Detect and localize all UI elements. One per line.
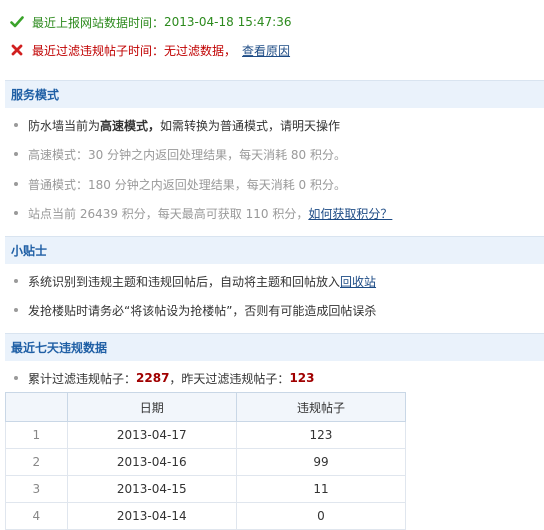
table-row: 1 2013-04-17 123 [5,421,407,449]
how-get-points-link[interactable]: 如何获取积分？ [308,205,392,222]
row-index: 4 [5,502,68,530]
checkmark-icon [10,15,24,29]
normal-mode-item: 普通模式：180 分钟之内返回处理结果，每天消耗 0 积分。 [14,174,346,194]
view-reason-link[interactable]: 查看原因 [242,42,290,59]
yesterday-label: ，昨天过滤违规帖子： [169,371,290,386]
row-count: 99 [235,448,407,476]
yesterday-value: 123 [289,371,315,385]
filter-stats-item: 累计过滤违规帖子： 2287 ，昨天过滤违规帖子： 123 [14,368,315,388]
fast-mode-desc: 高速模式：30 分钟之内返回处理结果，每天消耗 80 积分。 [28,147,346,162]
error-cross-icon [10,43,24,57]
filter-value: 无过滤数据， [164,43,237,58]
filter-label: 最近过滤违规帖子时间： [32,43,165,58]
service-mode-title: 服务模式 [11,88,60,102]
header-index [5,392,68,422]
violation-table: 日期 违规帖子 1 2013-04-17 123 2 2013-04-16 99… [5,392,407,530]
report-time: 2013-04-18 15:47:36 [164,15,292,29]
total-label: 累计过滤违规帖子： [28,371,137,386]
table-row: 4 2013-04-14 0 [5,502,407,530]
row-index: 3 [5,475,68,503]
bullet-dot [14,376,18,380]
bullet-dot [14,308,18,312]
recent-data-header: 最近七天违规数据 [5,333,544,361]
tip1-text: 系统识别到违规主题和违规回帖后，自动将主题和回帖放入 [28,274,341,289]
row-count: 0 [235,502,407,530]
mode-bold: 高速模式， [100,118,161,133]
bullet-dot [14,211,18,215]
total-value: 2287 [136,371,170,385]
row-index: 2 [5,448,68,476]
header-date: 日期 [66,392,237,422]
bullet-dot [14,123,18,127]
points-item: 站点当前 26439 积分，每天最高可获取 110 积分， 如何获取积分？ [14,203,392,223]
row-index: 1 [5,421,68,449]
table-header-row: 日期 违规帖子 [5,392,407,422]
last-filter-status: 最近过滤违规帖子时间： 无过滤数据， 查看原因 [10,40,290,60]
row-date: 2013-04-16 [66,448,237,476]
mode-suffix: 如需转换为普通模式，请明天操作 [160,118,341,133]
row-date: 2013-04-17 [66,421,237,449]
service-mode-header: 服务模式 [5,80,544,108]
table-row: 3 2013-04-15 11 [5,475,407,503]
bullet-dot [14,152,18,156]
tips-header: 小贴士 [5,236,544,264]
bullet-dot [14,182,18,186]
recycle-bin-link[interactable]: 回收站 [340,273,376,290]
report-label: 最近上报网站数据时间： [32,15,165,30]
bullet-dot [14,279,18,283]
tips-title: 小贴士 [11,244,48,258]
row-date: 2013-04-14 [66,502,237,530]
row-date: 2013-04-15 [66,475,237,503]
tip2-text: 发抢楼贴时请务必“将该帖设为抢楼帖”，否则有可能造成回帖误杀 [28,303,377,318]
recent-data-title: 最近七天违规数据 [11,341,108,355]
table-row: 2 2013-04-16 99 [5,448,407,476]
mode-prefix: 防水墙当前为 [28,118,101,133]
row-count: 123 [235,421,407,449]
current-mode-item: 防水墙当前为 高速模式， 如需转换为普通模式，请明天操作 [14,115,340,135]
points-desc: 站点当前 26439 积分，每天最高可获取 110 积分， [28,206,309,221]
tip-item-floor-post: 发抢楼贴时请务必“将该帖设为抢楼帖”，否则有可能造成回帖误杀 [14,300,376,320]
header-count: 违规帖子 [235,392,407,422]
tip-item-recycle: 系统识别到违规主题和违规回帖后，自动将主题和回帖放入 回收站 [14,271,376,291]
normal-mode-desc: 普通模式：180 分钟之内返回处理结果，每天消耗 0 积分。 [28,177,346,192]
row-count: 11 [235,475,407,503]
last-report-status: 最近上报网站数据时间： 2013-04-18 15:47:36 [10,12,291,32]
fast-mode-item: 高速模式：30 分钟之内返回处理结果，每天消耗 80 积分。 [14,144,346,164]
